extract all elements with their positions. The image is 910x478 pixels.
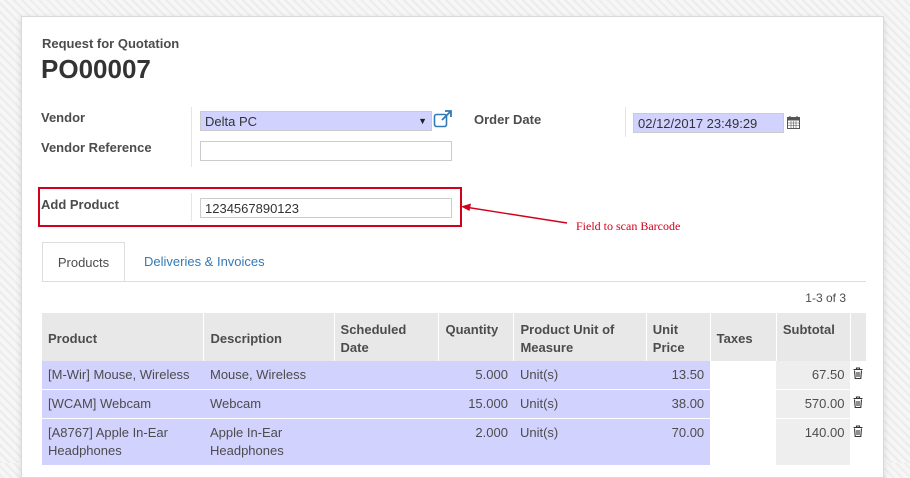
cell-scheduled-date[interactable] (334, 389, 439, 419)
column-header-unit-price[interactable]: Unit Price (646, 313, 711, 361)
cell-taxes[interactable] (710, 361, 777, 390)
vendor-select[interactable]: Delta PC ▼ (200, 111, 432, 131)
order-lines-table: Product Description Scheduled Date Quant… (42, 313, 868, 466)
table-row[interactable]: [WCAM] Webcam Webcam 15.000 Unit(s) 38.0… (42, 389, 867, 419)
cell-uom[interactable]: Unit(s) (513, 361, 647, 390)
annotation-arrow (461, 203, 568, 224)
add-product-label: Add Product (41, 197, 119, 212)
cell-taxes[interactable] (710, 389, 777, 419)
cell-scheduled-date[interactable] (334, 418, 439, 466)
tab-deliveries-invoices[interactable]: Deliveries & Invoices (144, 242, 265, 282)
trash-icon[interactable] (850, 389, 867, 419)
cell-product[interactable]: [A8767] Apple In-Ear Headphones (42, 418, 204, 466)
document-kind: Request for Quotation (42, 36, 180, 51)
form-sheet: Request for Quotation PO00007 Vendor Del… (21, 16, 884, 478)
vendor-select-value: Delta PC (205, 113, 258, 129)
cell-unit-price[interactable]: 70.00 (646, 418, 711, 466)
trash-icon[interactable] (850, 418, 867, 466)
column-header-scheduled-date[interactable]: Scheduled Date (334, 313, 440, 361)
cell-quantity[interactable]: 5.000 (438, 361, 514, 390)
tab-divider (42, 281, 866, 282)
table-row[interactable]: [M-Wir] Mouse, Wireless Mouse, Wireless … (42, 361, 867, 390)
tab-products[interactable]: Products (42, 242, 125, 282)
column-header-subtotal[interactable]: Subtotal (776, 313, 851, 361)
column-header-product[interactable]: Product (42, 313, 205, 361)
column-header-taxes[interactable]: Taxes (710, 313, 777, 361)
document-name: PO00007 (41, 54, 151, 84)
pager-counter[interactable]: 1-3 of 3 (805, 291, 846, 305)
label-separator (191, 193, 192, 221)
add-product-barcode-input[interactable] (200, 198, 452, 218)
label-separator (191, 107, 192, 167)
cell-description[interactable]: Webcam (203, 389, 335, 419)
order-date-label: Order Date (474, 112, 542, 127)
table-header-row: Product Description Scheduled Date Quant… (42, 313, 868, 361)
caret-down-icon: ▼ (418, 116, 427, 126)
cell-description[interactable]: Apple In-Ear Headphones (203, 418, 335, 466)
vendor-reference-input[interactable] (200, 141, 452, 161)
cell-unit-price[interactable]: 38.00 (646, 389, 711, 419)
cell-quantity[interactable]: 2.000 (438, 418, 514, 466)
table-row[interactable]: [A8767] Apple In-Ear Headphones Apple In… (42, 418, 867, 466)
vendor-label: Vendor (41, 110, 86, 125)
cell-description[interactable]: Mouse, Wireless (203, 361, 335, 390)
vendor-reference-label: Vendor Reference (41, 140, 152, 155)
column-header-actions (850, 313, 868, 361)
trash-icon[interactable] (850, 361, 867, 390)
cell-subtotal: 67.50 (776, 361, 851, 390)
label-separator (625, 107, 626, 137)
cell-taxes[interactable] (710, 418, 777, 466)
cell-uom[interactable]: Unit(s) (513, 418, 647, 466)
cell-product[interactable]: [WCAM] Webcam (42, 389, 204, 419)
column-header-description[interactable]: Description (203, 313, 335, 361)
cell-subtotal: 570.00 (776, 389, 851, 419)
external-link-icon[interactable] (433, 110, 453, 131)
cell-uom[interactable]: Unit(s) (513, 389, 647, 419)
calendar-icon[interactable] (787, 116, 800, 132)
cell-subtotal: 140.00 (776, 418, 851, 466)
cell-product[interactable]: [M-Wir] Mouse, Wireless (42, 361, 204, 390)
annotation-note: Field to scan Barcode (576, 219, 681, 233)
column-header-quantity[interactable]: Quantity (438, 313, 515, 361)
cell-unit-price[interactable]: 13.50 (646, 361, 711, 390)
cell-quantity[interactable]: 15.000 (438, 389, 514, 419)
column-header-uom[interactable]: Product Unit of Measure (513, 313, 647, 361)
order-date-input[interactable]: 02/12/2017 23:49:29 (633, 113, 784, 133)
cell-scheduled-date[interactable] (334, 361, 439, 390)
